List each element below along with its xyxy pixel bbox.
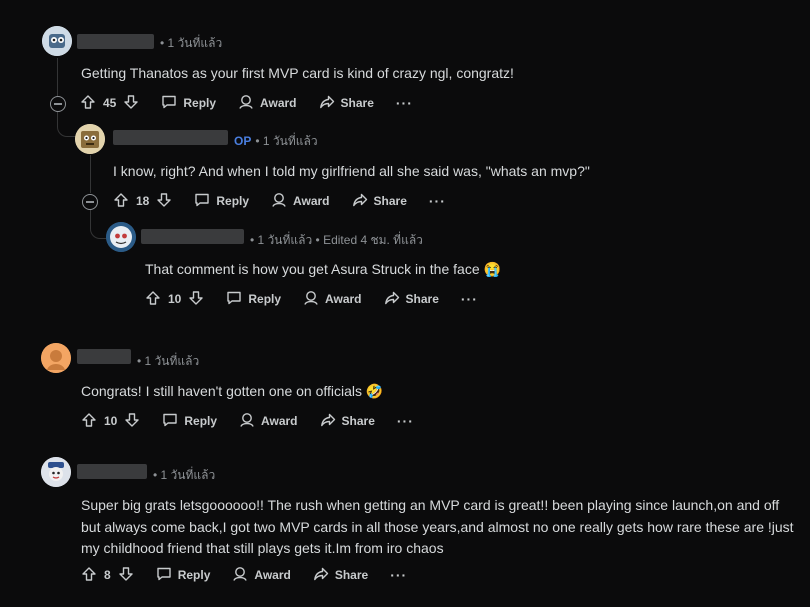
downvote-icon[interactable]	[156, 192, 172, 211]
downvote-icon[interactable]	[118, 566, 134, 585]
downvote-icon[interactable]	[123, 94, 139, 113]
avatar[interactable]	[41, 343, 71, 373]
reply-icon	[194, 192, 216, 211]
comment-timestamp: • 1 วันที่แล้ว • Edited 4 ชม. ที่แล้ว	[250, 233, 423, 247]
share-icon	[352, 192, 374, 211]
comment-timestamp: • 1 วันที่แล้ว	[255, 134, 318, 148]
comment-actions: 18 Reply Award Share ···	[113, 191, 468, 211]
avatar[interactable]	[42, 26, 72, 56]
reply-icon	[156, 566, 178, 585]
thread-connector	[57, 110, 76, 137]
more-options-button[interactable]: ···	[429, 193, 446, 209]
thread-line	[90, 155, 91, 193]
share-icon	[384, 290, 406, 309]
vote-count: 10	[104, 414, 118, 428]
comment-body: That comment is how you get Asura Struck…	[145, 261, 501, 277]
comment-timestamp: • 1 วันที่แล้ว	[160, 36, 223, 50]
share-icon	[320, 412, 342, 431]
username-redacted[interactable]	[113, 130, 228, 145]
share-button[interactable]: Share	[384, 290, 439, 309]
reply-icon	[162, 412, 184, 431]
reply-button[interactable]: Reply	[226, 290, 281, 309]
more-options-button[interactable]: ···	[396, 95, 413, 111]
award-icon	[238, 94, 260, 113]
comment-actions: 45 Reply Award Share ···	[80, 93, 435, 113]
upvote-icon[interactable]	[81, 566, 97, 585]
award-icon	[271, 192, 293, 211]
username-redacted[interactable]	[77, 349, 131, 364]
share-icon	[313, 566, 335, 585]
award-button[interactable]: Award	[271, 192, 330, 211]
vote-count: 18	[136, 194, 150, 208]
avatar[interactable]	[75, 124, 105, 154]
share-button[interactable]: Share	[313, 566, 368, 585]
more-options-button[interactable]: ···	[397, 413, 414, 429]
comment-actions: 10 Reply Award Share ···	[145, 289, 500, 309]
more-options-button[interactable]: ···	[390, 567, 407, 583]
reply-button[interactable]: Reply	[162, 412, 217, 431]
comment-line: Super big grats letsgoooooo!! The rush w…	[81, 497, 780, 513]
username-redacted[interactable]	[141, 229, 244, 244]
collapse-thread-button[interactable]	[82, 194, 98, 210]
thread-line	[57, 58, 58, 96]
op-badge: OP	[234, 134, 252, 148]
reply-icon	[161, 94, 183, 113]
avatar[interactable]	[106, 222, 136, 252]
comment-body: I know, right? And when I told my girlfr…	[113, 163, 590, 179]
downvote-icon[interactable]	[188, 290, 204, 309]
upvote-icon[interactable]	[81, 412, 97, 431]
share-icon	[319, 94, 341, 113]
award-button[interactable]: Award	[303, 290, 362, 309]
downvote-icon[interactable]	[124, 412, 140, 431]
award-button[interactable]: Award	[232, 566, 291, 585]
more-options-button[interactable]: ···	[461, 291, 478, 307]
reply-button[interactable]: Reply	[194, 192, 249, 211]
award-icon	[232, 566, 254, 585]
share-button[interactable]: Share	[352, 192, 407, 211]
comment-line: but always come back,I got two MVP cards…	[81, 518, 794, 535]
share-button[interactable]: Share	[320, 412, 375, 431]
upvote-icon[interactable]	[113, 192, 129, 211]
reply-icon	[226, 290, 248, 309]
comment-body: Congrats! I still haven't gotten one on …	[81, 383, 384, 399]
award-icon	[303, 290, 325, 309]
award-button[interactable]: Award	[239, 412, 298, 431]
reply-button[interactable]: Reply	[161, 94, 216, 113]
comment-timestamp: • 1 วันที่แล้ว	[153, 468, 216, 482]
vote-count: 45	[103, 96, 117, 110]
award-button[interactable]: Award	[238, 94, 297, 113]
comment-meta: OP • 1 วันที่แล้ว	[234, 132, 318, 151]
share-button[interactable]: Share	[319, 94, 374, 113]
collapse-thread-button[interactable]	[50, 96, 66, 112]
upvote-icon[interactable]	[80, 94, 96, 113]
vote-count: 10	[168, 292, 182, 306]
avatar[interactable]	[41, 457, 71, 487]
username-redacted[interactable]	[77, 464, 147, 479]
upvote-icon[interactable]	[145, 290, 161, 309]
vote-count: 8	[104, 568, 111, 582]
award-icon	[239, 412, 261, 431]
username-redacted[interactable]	[77, 34, 154, 49]
comment-actions: 8 Reply Award Share ···	[81, 565, 429, 585]
comment-line: my childhood friend that still plays get…	[81, 540, 444, 556]
comment-body: Super big grats letsgoooooo!! The rush w…	[81, 495, 794, 560]
comment-timestamp: • 1 วันที่แล้ว	[137, 354, 200, 368]
reply-button[interactable]: Reply	[156, 566, 210, 585]
comment-actions: 10 Reply Award Share ···	[81, 411, 436, 431]
comment-body: Getting Thanatos as your first MVP card …	[81, 65, 514, 81]
